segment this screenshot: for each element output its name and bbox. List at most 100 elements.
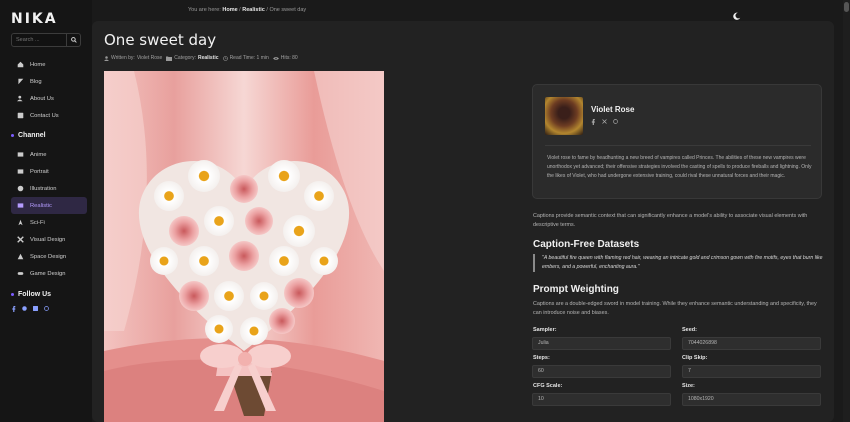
sampler-label: Sampler: — [533, 327, 557, 333]
breadcrumb: You are here: Home / Realistic / One swe… — [188, 7, 306, 13]
nav-item-label: About Us — [30, 95, 54, 102]
meta-hits: Hits: 80 — [272, 55, 298, 61]
divider — [545, 145, 811, 146]
heading-caption-free: Caption-Free Datasets — [533, 239, 640, 250]
channel-item-illustration[interactable]: Illustration — [11, 180, 87, 197]
author-card: Violet Rose Violet rose to fame by headh… — [532, 84, 822, 199]
steps-field: 60 — [532, 365, 671, 378]
breadcrumb-separator: / — [266, 7, 268, 13]
meta-written-by-label: Written by: — [111, 55, 135, 61]
channel-item-space-design[interactable]: Space Design — [11, 248, 87, 265]
illustration-icon — [17, 185, 24, 192]
theme-toggle-button[interactable] — [733, 7, 741, 20]
bouquet-illustration — [104, 71, 384, 422]
visual-design-icon — [17, 236, 24, 243]
channel-heading: Channel — [11, 132, 46, 139]
channel-item-label: Anime — [30, 151, 47, 158]
cfg-scale-field: 10 — [532, 393, 671, 406]
channel-item-visual-design[interactable]: Visual Design — [11, 231, 87, 248]
facebook-icon[interactable] — [11, 306, 16, 312]
heading-prompt-weighting: Prompt Weighting — [533, 284, 619, 295]
channel-item-label: Portrait — [30, 168, 49, 175]
search-box — [11, 33, 81, 47]
seed-field: 7044026898 — [682, 337, 821, 350]
follow-heading: Follow Us — [11, 291, 51, 298]
nav-item-label: Contact Us — [30, 112, 59, 119]
moon-icon — [733, 12, 741, 20]
sampler-field: Julia — [532, 337, 671, 350]
portrait-icon — [17, 168, 24, 175]
nav-item-contact-us[interactable]: Contact Us — [11, 107, 87, 124]
realistic-icon — [17, 202, 24, 209]
game-design-icon — [17, 270, 24, 277]
channel-item-label: Space Design — [30, 253, 67, 260]
channel-title: Channel — [18, 132, 46, 139]
author-avatar[interactable] — [545, 97, 583, 135]
meta-read-time: Read Time: 1 min — [222, 55, 269, 61]
site-logo[interactable]: NIKA — [11, 11, 58, 27]
post-title: One sweet day — [104, 31, 217, 49]
clip-skip-label: Clip Skip: — [682, 355, 708, 361]
nav-item-blog[interactable]: Blog — [11, 73, 87, 90]
channel-item-anime[interactable]: Anime — [11, 146, 87, 163]
channel-item-label: Visual Design — [30, 236, 66, 243]
bullet-dot — [11, 293, 14, 296]
channel-item-label: Game Design — [30, 270, 66, 277]
dribbble-icon[interactable] — [613, 119, 618, 124]
meta-category-label: Category: — [174, 55, 196, 61]
meta-category-link[interactable]: Realistic — [198, 55, 219, 61]
eye-icon — [272, 56, 279, 60]
breadcrumb-category-link[interactable]: Realistic — [242, 7, 265, 13]
anime-icon — [17, 151, 24, 158]
facebook-icon[interactable] — [591, 119, 596, 125]
author-social-links — [591, 119, 618, 125]
breadcrumb-prefix: You are here: — [188, 7, 221, 13]
channel-item-game-design[interactable]: Game Design — [11, 265, 87, 282]
channel-item-label: Illustration — [30, 185, 57, 192]
breadcrumb-home-link[interactable]: Home — [222, 7, 237, 13]
dribbble-icon[interactable] — [44, 306, 49, 311]
channel-item-portrait[interactable]: Portrait — [11, 163, 87, 180]
clip-skip-field: 7 — [682, 365, 821, 378]
follow-title: Follow Us — [18, 291, 52, 298]
meta-author: Written by: Violet Rose — [104, 55, 162, 61]
sidebar: NIKA Home Blog About Us Contact Us Chann… — [0, 0, 92, 422]
home-icon — [17, 61, 24, 68]
nav-item-about-us[interactable]: About Us — [11, 90, 87, 107]
steps-label: Steps: — [533, 355, 550, 361]
cfg-scale-label: CFG Scale: — [533, 383, 563, 389]
github-icon[interactable] — [22, 306, 27, 311]
search-button[interactable] — [66, 34, 80, 46]
channel-item-sci-fi[interactable]: Sci-Fi — [11, 214, 87, 231]
channel-item-realistic[interactable]: Realistic — [11, 197, 87, 214]
linkedin-icon[interactable] — [33, 306, 38, 311]
blog-icon — [17, 78, 24, 85]
seed-label: Seed: — [682, 327, 697, 333]
nav-item-home[interactable]: Home — [11, 56, 87, 73]
x-twitter-icon[interactable] — [602, 119, 607, 124]
bullet-dot — [11, 134, 14, 137]
channel-item-label: Sci-Fi — [30, 219, 45, 226]
channel-item-label: Realistic — [30, 202, 52, 209]
scifi-icon — [17, 219, 24, 226]
author-name[interactable]: Violet Rose — [591, 105, 634, 114]
user-icon — [104, 55, 109, 61]
breadcrumb-separator: / — [239, 7, 241, 13]
main-nav: Home Blog About Us Contact Us — [11, 56, 87, 124]
space-design-icon — [17, 253, 24, 260]
scrollbar[interactable] — [843, 0, 850, 422]
scrollbar-thumb[interactable] — [844, 2, 849, 12]
blockquote: "A beautiful fire queen with flaming red… — [533, 254, 823, 272]
size-label: Size: — [682, 383, 695, 389]
clock-icon — [222, 55, 228, 61]
author-bio: Violet rose to fame by headhunting a new… — [547, 155, 812, 179]
users-icon — [17, 95, 24, 102]
prompt-weighting-paragraph: Captions are a double-edged sword in mod… — [533, 301, 817, 316]
channel-nav: Anime Portrait Illustration Realistic Sc… — [11, 146, 87, 282]
nav-item-label: Blog — [30, 78, 42, 85]
meta-author-name[interactable]: Violet Rose — [137, 55, 162, 61]
search-input[interactable] — [12, 34, 66, 46]
folder-icon — [166, 56, 173, 61]
contact-icon — [17, 112, 24, 119]
meta-category: Category: Realistic — [166, 55, 219, 61]
